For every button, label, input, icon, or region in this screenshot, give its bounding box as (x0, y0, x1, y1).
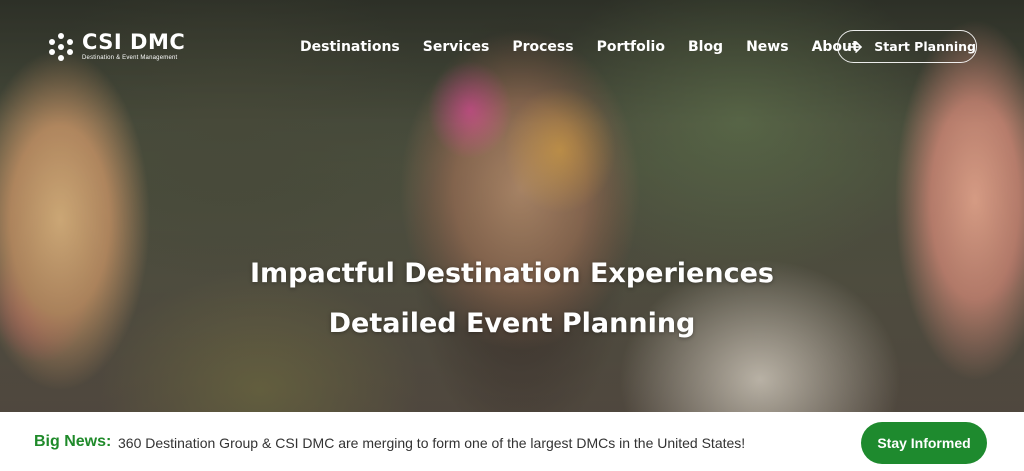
nav-item-portfolio[interactable]: Portfolio (597, 37, 665, 57)
site-logo[interactable]: CSI DMC Destination & Event Management (46, 30, 185, 62)
news-text: 360 Destination Group & CSI DMC are merg… (118, 435, 746, 451)
brand-name: CSI DMC (82, 30, 186, 54)
main-nav: Destinations Services Process Portfolio … (300, 37, 882, 57)
hero-headline-line2: Detailed Event Planning (328, 308, 696, 339)
hero-headline-line1: Impactful Destination Experiences (250, 258, 774, 289)
brand-tagline: Destination & Event Management (82, 55, 178, 61)
nav-item-services[interactable]: Services (423, 37, 490, 57)
hero-banner: CSI DMC Destination & Event Management D… (0, 0, 1024, 412)
nav-item-blog[interactable]: Blog (688, 37, 723, 57)
stay-informed-button[interactable]: Stay Informed (861, 422, 987, 464)
nav-item-news[interactable]: News (746, 37, 788, 57)
dots-cluster-icon (49, 33, 73, 61)
arrow-right-icon (847, 40, 862, 53)
nav-item-process[interactable]: Process (512, 37, 573, 57)
news-title: Big News: (34, 433, 112, 450)
start-planning-label: Start Planning (874, 39, 976, 54)
news-announcement-bar: Big News: 360 Destination Group & CSI DM… (0, 412, 1024, 471)
start-planning-button[interactable]: Start Planning (837, 30, 977, 63)
nav-item-destinations[interactable]: Destinations (300, 37, 400, 57)
